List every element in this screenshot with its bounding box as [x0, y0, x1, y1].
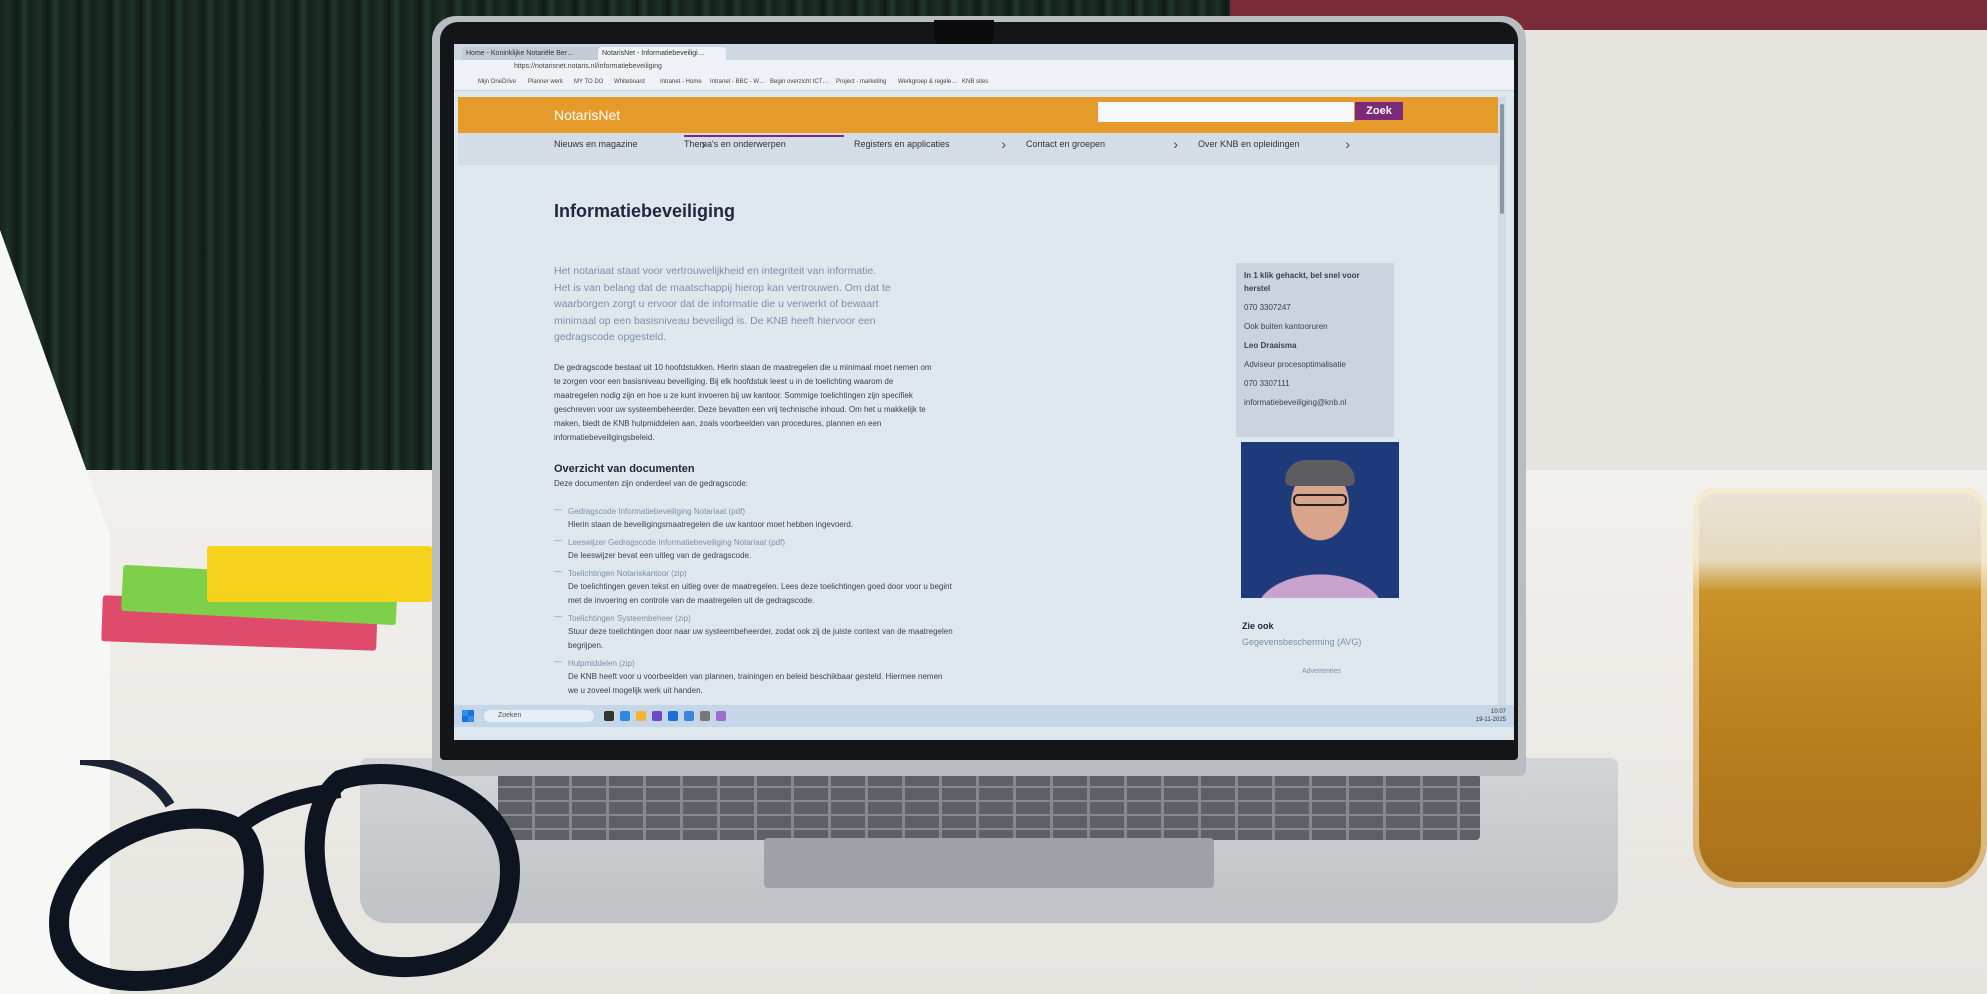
- bookmarks-bar: Mijn OneDrive Planner werk MY TO DO Whit…: [454, 76, 1514, 91]
- search-input[interactable]: [1098, 102, 1354, 122]
- edge-icon[interactable]: [620, 711, 630, 721]
- list-item: — Leeswijzer Gedragscode Informatiebevei…: [554, 536, 954, 563]
- document-link[interactable]: Toelichtingen Systeembeheer (zip): [568, 612, 954, 625]
- document-description: Stuur deze toelichtingen door naar uw sy…: [568, 627, 953, 650]
- bookmark-item[interactable]: MY TO DO: [574, 79, 603, 85]
- browser-tab-home[interactable]: Home - Koninklijke Notariële Ber…: [462, 47, 602, 60]
- chevron-right-icon: ›: [1173, 136, 1178, 152]
- keyboard-rows: [498, 774, 1480, 840]
- dash-icon: —: [554, 657, 562, 666]
- list-item: — Toelichtingen Systeembeheer (zip) Stuu…: [554, 612, 954, 653]
- photo-hair: [1285, 460, 1355, 486]
- folder-icon[interactable]: [636, 711, 646, 721]
- bookmark-item[interactable]: Whiteboard: [614, 79, 645, 85]
- list-item: — Toelichtingen Notariskantoor (zip) De …: [554, 567, 954, 608]
- nav-label: Nieuws en magazine: [554, 139, 638, 149]
- list-item: — Gedragscode Informatiebeveiliging Nota…: [554, 505, 954, 532]
- bookmark-item[interactable]: Intranet - Home: [660, 79, 702, 85]
- documents-list: — Gedragscode Informatiebeveiliging Nota…: [554, 505, 954, 702]
- taskbar-search[interactable]: Zoeken: [484, 710, 594, 722]
- alert-title: In 1 klik gehackt, bel snel voor herstel: [1244, 271, 1360, 293]
- laptop-trackpad: [764, 838, 1214, 888]
- nav-item-registers[interactable]: Registers en applicaties ›: [854, 137, 1014, 163]
- ads-label: Advertenties: [1302, 668, 1341, 675]
- teams-icon[interactable]: [652, 711, 662, 721]
- document-link[interactable]: Gedragscode Informatiebeveiliging Notari…: [568, 505, 954, 518]
- bookmark-item[interactable]: KNB sites: [962, 79, 988, 85]
- see-also-link[interactable]: Gegevensbescherming (AVG): [1242, 637, 1361, 647]
- contact-role: Adviseur procesoptimalisatie: [1244, 360, 1346, 369]
- bookmark-item[interactable]: Planner werk: [528, 79, 563, 85]
- document-link[interactable]: Toelichtingen Notariskantoor (zip): [568, 567, 954, 580]
- nav-item-contact[interactable]: Contact en groepen ›: [1026, 137, 1186, 163]
- photo-glasses: [1293, 494, 1347, 506]
- clock-time: 10:07: [1490, 709, 1506, 715]
- browser-tabbar: Home - Koninklijke Notariële Ber… Notari…: [454, 44, 1514, 60]
- bookmark-item[interactable]: Werkgroep & regele…: [898, 79, 957, 85]
- contact-email[interactable]: informatiebeveiliging@knb.nl: [1244, 396, 1386, 409]
- chevron-right-icon: ›: [1345, 136, 1350, 152]
- bookmark-item[interactable]: Project - marketing: [836, 79, 886, 85]
- alert-phone[interactable]: 070 3307247: [1244, 301, 1386, 314]
- bookmark-item[interactable]: Intranet - BBC - W…: [710, 79, 765, 85]
- contact-phone[interactable]: 070 3307111: [1244, 377, 1386, 390]
- page-content: Informatiebeveiliging Het notariaat staa…: [454, 165, 1514, 705]
- tea-glass: [1693, 488, 1987, 888]
- sticky-note-yellow: [207, 546, 432, 602]
- nav-item-themas[interactable]: Thema's en onderwerpen: [684, 135, 844, 163]
- alert-note: Ook buiten kantooruren: [1244, 322, 1328, 331]
- chevron-right-icon: ›: [1001, 136, 1006, 152]
- dash-icon: —: [554, 612, 562, 621]
- clock-date: 19-11-2025: [1475, 717, 1506, 723]
- dash-icon: —: [554, 536, 562, 545]
- site-header: NotarisNet Zoek: [458, 97, 1498, 133]
- bookmark-item[interactable]: Begin overzicht ICT…: [770, 79, 828, 85]
- nav-item-over-knb[interactable]: Over KNB en opleidingen ›: [1198, 137, 1358, 163]
- search-button[interactable]: Zoek: [1355, 102, 1403, 120]
- list-item: — Hulpmiddelen (zip) De KNB heeft voor u…: [554, 657, 954, 698]
- url-text: https://notarisnet.notaris.nl/informatie…: [514, 63, 662, 70]
- document-description: De KNB heeft voor u voorbeelden van plan…: [568, 672, 943, 695]
- body-paragraph: De gedragscode bestaat uit 10 hoofdstukk…: [554, 363, 932, 442]
- contact-sidebar: In 1 klik gehackt, bel snel voor herstel…: [1236, 263, 1394, 437]
- contact-photo: [1241, 442, 1399, 598]
- document-link[interactable]: Hulpmiddelen (zip): [568, 657, 954, 670]
- intro-text: Het notariaat staat voor vertrouwelijkhe…: [554, 265, 891, 343]
- windows-taskbar: Zoeken 10:07 19-11-2025: [454, 705, 1514, 727]
- windows-start-icon[interactable]: [462, 710, 474, 722]
- contact-name: Leo Draaisma: [1244, 341, 1297, 350]
- laptop-screen: Home - Koninklijke Notariële Ber… Notari…: [454, 44, 1514, 740]
- main-nav: Nieuws en magazine › Thema's en onderwer…: [458, 133, 1498, 165]
- outlook-icon[interactable]: [668, 711, 678, 721]
- app-icon[interactable]: [716, 711, 726, 721]
- address-bar[interactable]: https://notarisnet.notaris.nl/informatie…: [454, 60, 1514, 76]
- documents-subheading: Deze documenten zijn onderdeel van de ge…: [554, 479, 748, 488]
- document-description: Hierin staan de beveiligingsmaatregelen …: [568, 520, 854, 529]
- dash-icon: —: [554, 505, 562, 514]
- browser-tab-notarisnet[interactable]: NotarisNet - Informatiebeveiligi…: [598, 47, 726, 60]
- task-view-icon[interactable]: [604, 711, 614, 721]
- nav-label: Registers en applicaties: [854, 139, 950, 149]
- nav-label: Over KNB en opleidingen: [1198, 139, 1300, 149]
- dash-icon: —: [554, 567, 562, 576]
- document-link[interactable]: Leeswijzer Gedragscode Informatiebeveili…: [568, 536, 954, 549]
- settings-icon[interactable]: [684, 711, 694, 721]
- eyeglasses: [49, 760, 521, 992]
- page-title: Informatiebeveiliging: [554, 201, 736, 221]
- document-description: De toelichtingen geven tekst en uitleg o…: [568, 582, 952, 605]
- bookmark-item[interactable]: Mijn OneDrive: [478, 79, 516, 85]
- see-also-heading: Zie ook: [1242, 621, 1274, 631]
- document-description: De leeswijzer bevat een uitleg van de ge…: [568, 551, 752, 560]
- nav-label: Thema's en onderwerpen: [684, 139, 786, 149]
- site-logo[interactable]: NotarisNet: [554, 107, 620, 123]
- documents-heading: Overzicht van documenten: [554, 463, 695, 475]
- scrollbar-thumb[interactable]: [1500, 104, 1504, 214]
- taskbar-clock[interactable]: 10:07 19-11-2025: [1476, 708, 1506, 724]
- app-icon[interactable]: [700, 711, 710, 721]
- nav-label: Contact en groepen: [1026, 139, 1106, 149]
